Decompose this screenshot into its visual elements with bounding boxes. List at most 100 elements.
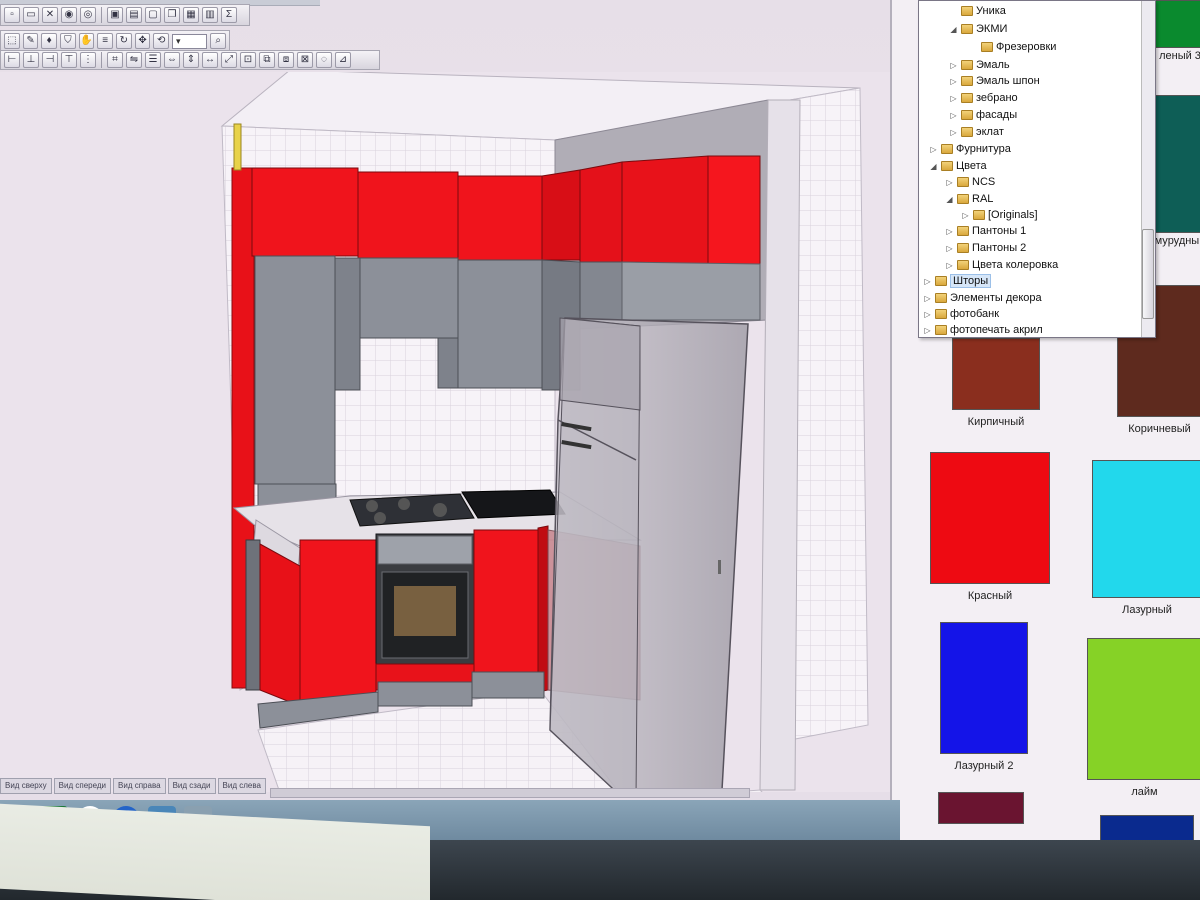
shield-icon[interactable]: ⛉	[60, 33, 76, 49]
tree-item-selected[interactable]: ▷ Шторы	[923, 273, 992, 289]
tree-scroll-thumb[interactable]	[1142, 229, 1154, 319]
hand-icon[interactable]: ✋	[78, 33, 95, 49]
fit-icon[interactable]: ⊡	[240, 52, 256, 68]
color-swatch[interactable]	[1150, 95, 1200, 233]
pan-icon[interactable]: ✥	[134, 33, 151, 49]
tree-item[interactable]: ▷ фотопечать акрил	[923, 322, 1042, 337]
tree-item[interactable]: ▷ Эмаль шпон	[949, 73, 1039, 89]
select-icon[interactable]: ⬚	[4, 33, 20, 49]
window-icon[interactable]: ▢	[145, 7, 161, 23]
color-swatch[interactable]	[1092, 460, 1200, 598]
orbit-icon[interactable]: ↻	[116, 33, 132, 49]
swatch-cell[interactable]: леный 3	[1150, 0, 1200, 62]
tree-expand-icon[interactable]: ▷	[929, 145, 938, 154]
tab-view-front[interactable]: Вид спереди	[53, 778, 112, 794]
tree-expand-icon[interactable]: ◢	[945, 195, 954, 204]
swatch-cell[interactable]: Лазурный 2	[940, 622, 1028, 772]
lower-cabinet[interactable]	[259, 543, 301, 707]
tab-view-top[interactable]: Вид сверху	[0, 778, 52, 794]
swatch-cell[interactable]: Лазурный	[1092, 460, 1200, 616]
tree-item[interactable]: ▷ Пантоны 2	[945, 240, 1026, 256]
tree-item[interactable]: ▷ Элементы декора	[923, 290, 1041, 306]
tree-expand-icon[interactable]: ▷	[949, 128, 958, 137]
tree-expand-icon[interactable]: ▷	[949, 111, 958, 120]
color-swatch[interactable]	[1150, 0, 1200, 48]
mirror-icon[interactable]: ⇋	[126, 52, 142, 68]
tab-view-left[interactable]: Вид слева	[217, 778, 266, 794]
tree-item[interactable]: ◢ Цвета	[929, 158, 986, 174]
new-icon[interactable]: ▫	[4, 7, 20, 23]
tree-expand-icon[interactable]: ▷	[949, 61, 958, 70]
frame-icon[interactable]: ▣	[107, 7, 123, 23]
zoom-input[interactable]: ▾	[172, 33, 208, 49]
distribute-icon[interactable]: ⋮	[80, 52, 96, 68]
upper-corner-cabinet[interactable]	[541, 169, 581, 261]
tree-item[interactable]: Фрезеровки	[969, 39, 1056, 55]
snap-icon[interactable]: ⌗	[107, 52, 123, 68]
width-icon[interactable]: ↔	[202, 52, 218, 68]
tree-item[interactable]: ▷ Пантоны 1	[945, 223, 1026, 239]
tree-item[interactable]: ▷ фотобанк	[923, 306, 999, 322]
tab-view-right[interactable]: Вид справа	[113, 778, 166, 794]
upper-cabinet[interactable]	[579, 161, 623, 263]
table-icon[interactable]: ▥	[202, 7, 218, 23]
tree-expand-icon[interactable]: ▷	[945, 261, 954, 270]
swatch-cell[interactable]: Кирпичный	[952, 338, 1040, 428]
3d-viewport[interactable]	[0, 72, 910, 792]
zoom-icon[interactable]: ⌕	[210, 33, 226, 49]
sum-icon[interactable]: Σ	[221, 7, 237, 23]
hood-cabinet[interactable]	[359, 257, 459, 339]
height-icon[interactable]: ⇕	[183, 52, 199, 68]
layers-icon[interactable]: ▤	[126, 7, 142, 23]
upper-cabinet[interactable]	[251, 167, 359, 257]
tree-expand-icon[interactable]: ▷	[923, 277, 932, 286]
list-icon[interactable]: ≡	[97, 33, 114, 49]
tree-expand-icon[interactable]: ▷	[945, 244, 954, 253]
lower-cabinet[interactable]	[299, 539, 377, 703]
swatch-cell[interactable]: лайм	[1087, 638, 1200, 798]
depth-icon[interactable]: ⤢	[221, 52, 237, 68]
rotate-icon[interactable]: ⟲	[153, 33, 170, 49]
lock-icon[interactable]: ⊠	[297, 52, 313, 68]
tree-item[interactable]: ▷ зебрано	[949, 90, 1017, 106]
lower-cabinet[interactable]	[473, 529, 539, 676]
group-icon[interactable]: ⧉	[259, 52, 275, 68]
color-swatch[interactable]	[1087, 638, 1200, 780]
tree-expand-icon[interactable]: ▷	[961, 211, 970, 220]
align-right-icon[interactable]: ⊣	[42, 52, 58, 68]
measure-icon[interactable]: ⊿	[335, 52, 351, 68]
tree-expand-icon[interactable]: ▷	[923, 310, 932, 319]
upper-cabinet[interactable]	[357, 171, 459, 259]
tree-expand-icon[interactable]: ▷	[923, 326, 932, 335]
upper-cabinet[interactable]	[707, 155, 761, 265]
swatch-cell[interactable]: Красный	[930, 452, 1050, 602]
stack-icon[interactable]: ☰	[145, 52, 161, 68]
brush-icon[interactable]: ✎	[22, 33, 39, 49]
align-top-icon[interactable]: ⊤	[61, 52, 77, 68]
color-swatch[interactable]	[930, 452, 1050, 584]
materials-tree[interactable]: Уника ◢ ЭКМИ Фрезеровки ▷ Эмаль ▷ Эмаль шпо…	[918, 0, 1156, 338]
tree-item[interactable]: ▷ NCS	[945, 174, 995, 190]
tree-item[interactable]: ◢ ЭКМИ	[949, 21, 1007, 37]
tree-item[interactable]: ◢ RAL	[945, 191, 993, 207]
color-swatch[interactable]	[952, 338, 1040, 410]
tree-item[interactable]: ▷ Фурнитура	[929, 141, 1010, 157]
tree-expand-icon[interactable]: ▷	[945, 178, 954, 187]
tree-expand-icon[interactable]: ▷	[949, 77, 958, 86]
ungroup-icon[interactable]: ⧈	[278, 52, 294, 68]
delete-icon[interactable]: ✕	[42, 7, 58, 23]
tree-item[interactable]: ▷ эклат	[949, 124, 1003, 140]
tall-gray-cabinet[interactable]	[254, 255, 336, 485]
target-icon[interactable]: ◎	[80, 7, 96, 23]
tree-item[interactable]: ▷ Эмаль	[949, 57, 1009, 73]
color-swatch[interactable]	[938, 792, 1024, 824]
report-icon[interactable]: ▦	[183, 7, 199, 23]
tree-expand-icon[interactable]: ▷	[949, 94, 958, 103]
horizontal-scrollbar[interactable]	[270, 788, 750, 798]
tree-item[interactable]: ▷ [Originals]	[961, 207, 1037, 223]
tree-expand-icon[interactable]: ◢	[929, 162, 938, 171]
tree-expand-icon[interactable]: ◢	[949, 25, 958, 34]
tree-expand-icon[interactable]: ▷	[923, 294, 932, 303]
hide-icon[interactable]: ◌	[316, 52, 332, 68]
tree-item[interactable]: ▷ Цвета колеровка	[945, 257, 1058, 273]
